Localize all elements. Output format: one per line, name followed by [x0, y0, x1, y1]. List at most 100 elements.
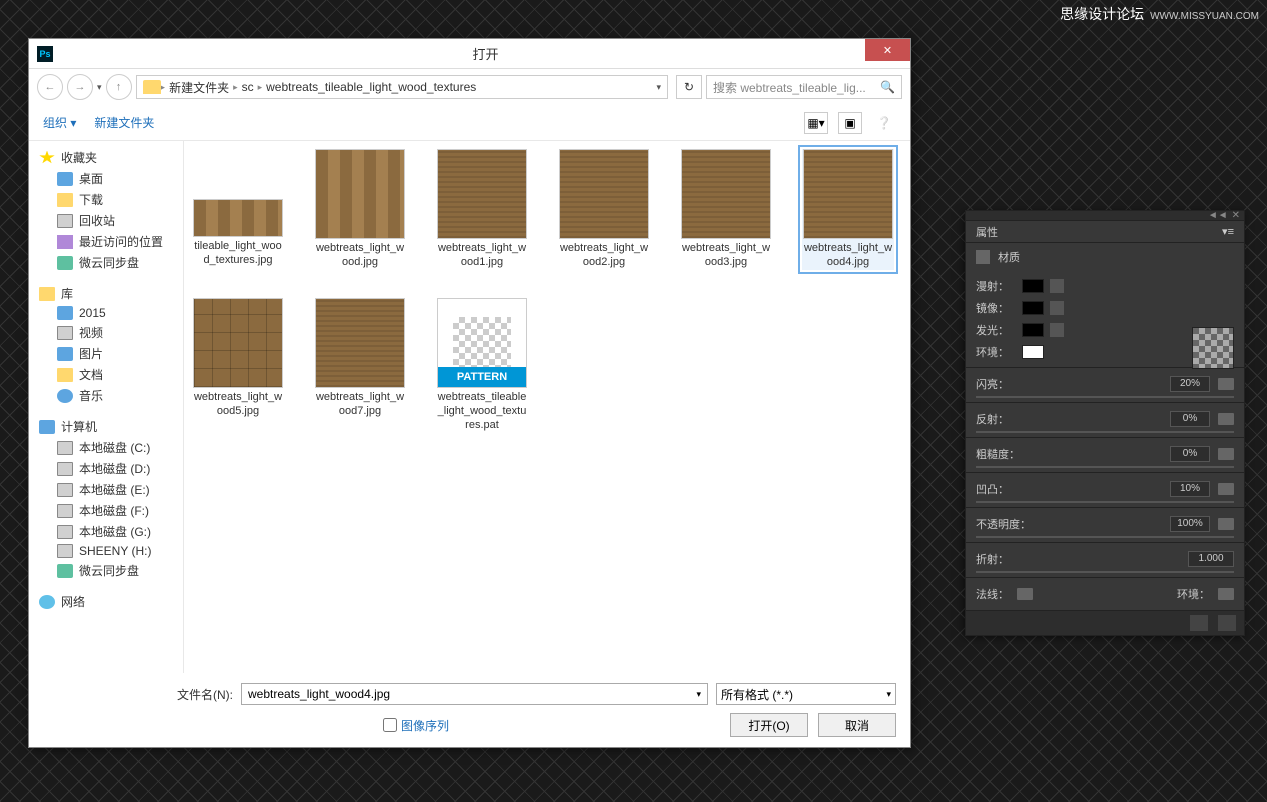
sidebar-computer-header[interactable]: 计算机	[29, 416, 183, 437]
file-item[interactable]: webtreats_light_wood.jpg	[314, 149, 406, 270]
panel-menu-icon[interactable]: ▾≡	[1222, 225, 1234, 238]
close-button[interactable]: ✕	[865, 39, 910, 61]
sidebar-favorites-header[interactable]: 收藏夹	[29, 147, 183, 168]
panel-footer-icon[interactable]	[1190, 615, 1208, 631]
texture-folder-icon[interactable]	[1017, 588, 1033, 600]
chevron-right-icon[interactable]: ▸	[258, 82, 263, 93]
network-icon	[39, 595, 55, 609]
sidebar-item-drive-d[interactable]: 本地磁盘 (D:)	[29, 458, 183, 479]
glow-swatch[interactable]	[1022, 323, 1044, 337]
sidebar-item-drive-h[interactable]: SHEENY (H:)	[29, 542, 183, 560]
sidebar-item-desktop[interactable]: 桌面	[29, 168, 183, 189]
reflect-slider[interactable]	[976, 431, 1234, 433]
sidebar-item-downloads[interactable]: 下载	[29, 189, 183, 210]
sidebar-item-2015[interactable]: 2015	[29, 304, 183, 322]
sidebar-item-music[interactable]: 音乐	[29, 385, 183, 406]
specular-swatch[interactable]	[1022, 301, 1044, 315]
reflect-value[interactable]: 0%	[1170, 411, 1210, 427]
address-bar[interactable]: ▸ 新建文件夹 ▸ sc ▸ webtreats_tileable_light_…	[136, 75, 668, 99]
sidebar-network-header[interactable]: 网络	[29, 591, 183, 612]
chevron-down-icon[interactable]: ▾	[696, 689, 701, 700]
breadcrumb-item[interactable]: sc	[242, 80, 254, 94]
open-button[interactable]: 打开(O)	[730, 713, 808, 737]
trash-icon[interactable]	[1218, 615, 1236, 631]
search-placeholder: 搜索 webtreats_tileable_lig...	[713, 79, 866, 96]
bump-value[interactable]: 10%	[1170, 481, 1210, 497]
texture-folder-icon[interactable]	[1218, 413, 1234, 425]
material-preview[interactable]	[1192, 327, 1234, 369]
texture-picker-icon[interactable]	[1050, 279, 1064, 293]
file-item[interactable]: webtreats_light_wood3.jpg	[680, 149, 772, 270]
breadcrumb-item[interactable]: 新建文件夹	[169, 79, 229, 96]
cancel-button[interactable]: 取消	[818, 713, 896, 737]
view-mode-button[interactable]: ▦▾	[804, 112, 828, 134]
texture-picker-icon[interactable]	[1050, 323, 1064, 337]
cloud-icon	[57, 564, 73, 578]
opacity-value[interactable]: 100%	[1170, 516, 1210, 532]
diffuse-swatch[interactable]	[1022, 279, 1044, 293]
new-folder-button[interactable]: 新建文件夹	[94, 114, 154, 131]
collapse-icon[interactable]: ◄◄	[1208, 210, 1228, 221]
organize-button[interactable]: 组织 ▾	[43, 114, 76, 131]
navbar: ← → ▾ ↑ ▸ 新建文件夹 ▸ sc ▸ webtreats_tileabl…	[29, 69, 910, 105]
file-thumbnail	[193, 199, 283, 237]
sidebar-item-recycle[interactable]: 回收站	[29, 210, 183, 231]
search-input[interactable]: 搜索 webtreats_tileable_lig... 🔍	[706, 75, 902, 99]
sidebar-item-drive-f[interactable]: 本地磁盘 (F:)	[29, 500, 183, 521]
file-item[interactable]: webtreats_light_wood7.jpg	[314, 298, 406, 433]
filter-select[interactable]: 所有格式 (*.*)▾	[716, 683, 896, 705]
refract-slider[interactable]	[976, 571, 1234, 573]
back-button[interactable]: ←	[37, 74, 63, 100]
image-sequence-checkbox[interactable]: 图像序列	[383, 717, 449, 734]
shine-value[interactable]: 20%	[1170, 376, 1210, 392]
panel-tab-properties[interactable]: 属性	[976, 224, 998, 240]
file-item[interactable]: webtreats_light_wood1.jpg	[436, 149, 528, 270]
chevron-right-icon[interactable]: ▸	[161, 82, 166, 93]
forward-button[interactable]: →	[67, 74, 93, 100]
search-icon[interactable]: 🔍	[880, 80, 895, 94]
texture-folder-icon[interactable]	[1218, 588, 1234, 600]
up-button[interactable]: ↑	[106, 74, 132, 100]
sidebar-item-weiyun2[interactable]: 微云同步盘	[29, 560, 183, 581]
close-icon[interactable]: ✕	[1232, 210, 1240, 221]
sidebar-item-recent[interactable]: 最近访问的位置	[29, 231, 183, 252]
filename-input[interactable]: webtreats_light_wood4.jpg▾	[241, 683, 708, 705]
sidebar-item-drive-e[interactable]: 本地磁盘 (E:)	[29, 479, 183, 500]
rough-value[interactable]: 0%	[1170, 446, 1210, 462]
texture-folder-icon[interactable]	[1218, 448, 1234, 460]
address-dropdown-icon[interactable]: ▾	[656, 82, 661, 93]
sidebar-item-weiyun[interactable]: 微云同步盘	[29, 252, 183, 273]
texture-folder-icon[interactable]	[1218, 378, 1234, 390]
rough-row: 粗糙度：0%	[966, 442, 1244, 466]
preview-pane-button[interactable]: ▣	[838, 112, 862, 134]
refract-value[interactable]: 1.000	[1188, 551, 1234, 567]
texture-folder-icon[interactable]	[1218, 518, 1234, 530]
texture-folder-icon[interactable]	[1218, 483, 1234, 495]
folder-icon	[57, 306, 73, 320]
rough-slider[interactable]	[976, 466, 1234, 468]
sidebar-item-drive-c[interactable]: 本地磁盘 (C:)	[29, 437, 183, 458]
file-item[interactable]: tileable_light_wood_textures.jpg	[192, 149, 284, 270]
file-item[interactable]: webtreats_light_wood5.jpg	[192, 298, 284, 433]
chevron-right-icon[interactable]: ▸	[233, 82, 238, 93]
material-icon	[976, 250, 990, 264]
bump-slider[interactable]	[976, 501, 1234, 503]
recent-dropdown-icon[interactable]: ▾	[97, 82, 102, 93]
sidebar-item-drive-g[interactable]: 本地磁盘 (G:)	[29, 521, 183, 542]
sidebar-item-documents[interactable]: 文档	[29, 364, 183, 385]
ambient-swatch[interactable]	[1022, 345, 1044, 359]
texture-picker-icon[interactable]	[1050, 301, 1064, 315]
opacity-slider[interactable]	[976, 536, 1234, 538]
file-item[interactable]: PATTERNwebtreats_tileable_light_wood_tex…	[436, 298, 528, 433]
breadcrumb-item[interactable]: webtreats_tileable_light_wood_textures	[266, 80, 476, 94]
file-item[interactable]: webtreats_light_wood2.jpg	[558, 149, 650, 270]
desktop-icon	[57, 172, 73, 186]
help-button[interactable]: ❔	[872, 112, 896, 134]
shine-slider[interactable]	[976, 396, 1234, 398]
sidebar-item-pictures[interactable]: 图片	[29, 343, 183, 364]
refresh-button[interactable]: ↻	[676, 75, 702, 99]
sidebar-item-videos[interactable]: 视频	[29, 322, 183, 343]
sidebar-library-header[interactable]: 库	[29, 283, 183, 304]
file-item-selected[interactable]: webtreats_light_wood4.jpg	[802, 149, 894, 270]
panel-handle[interactable]: ◄◄ ✕	[966, 211, 1244, 221]
